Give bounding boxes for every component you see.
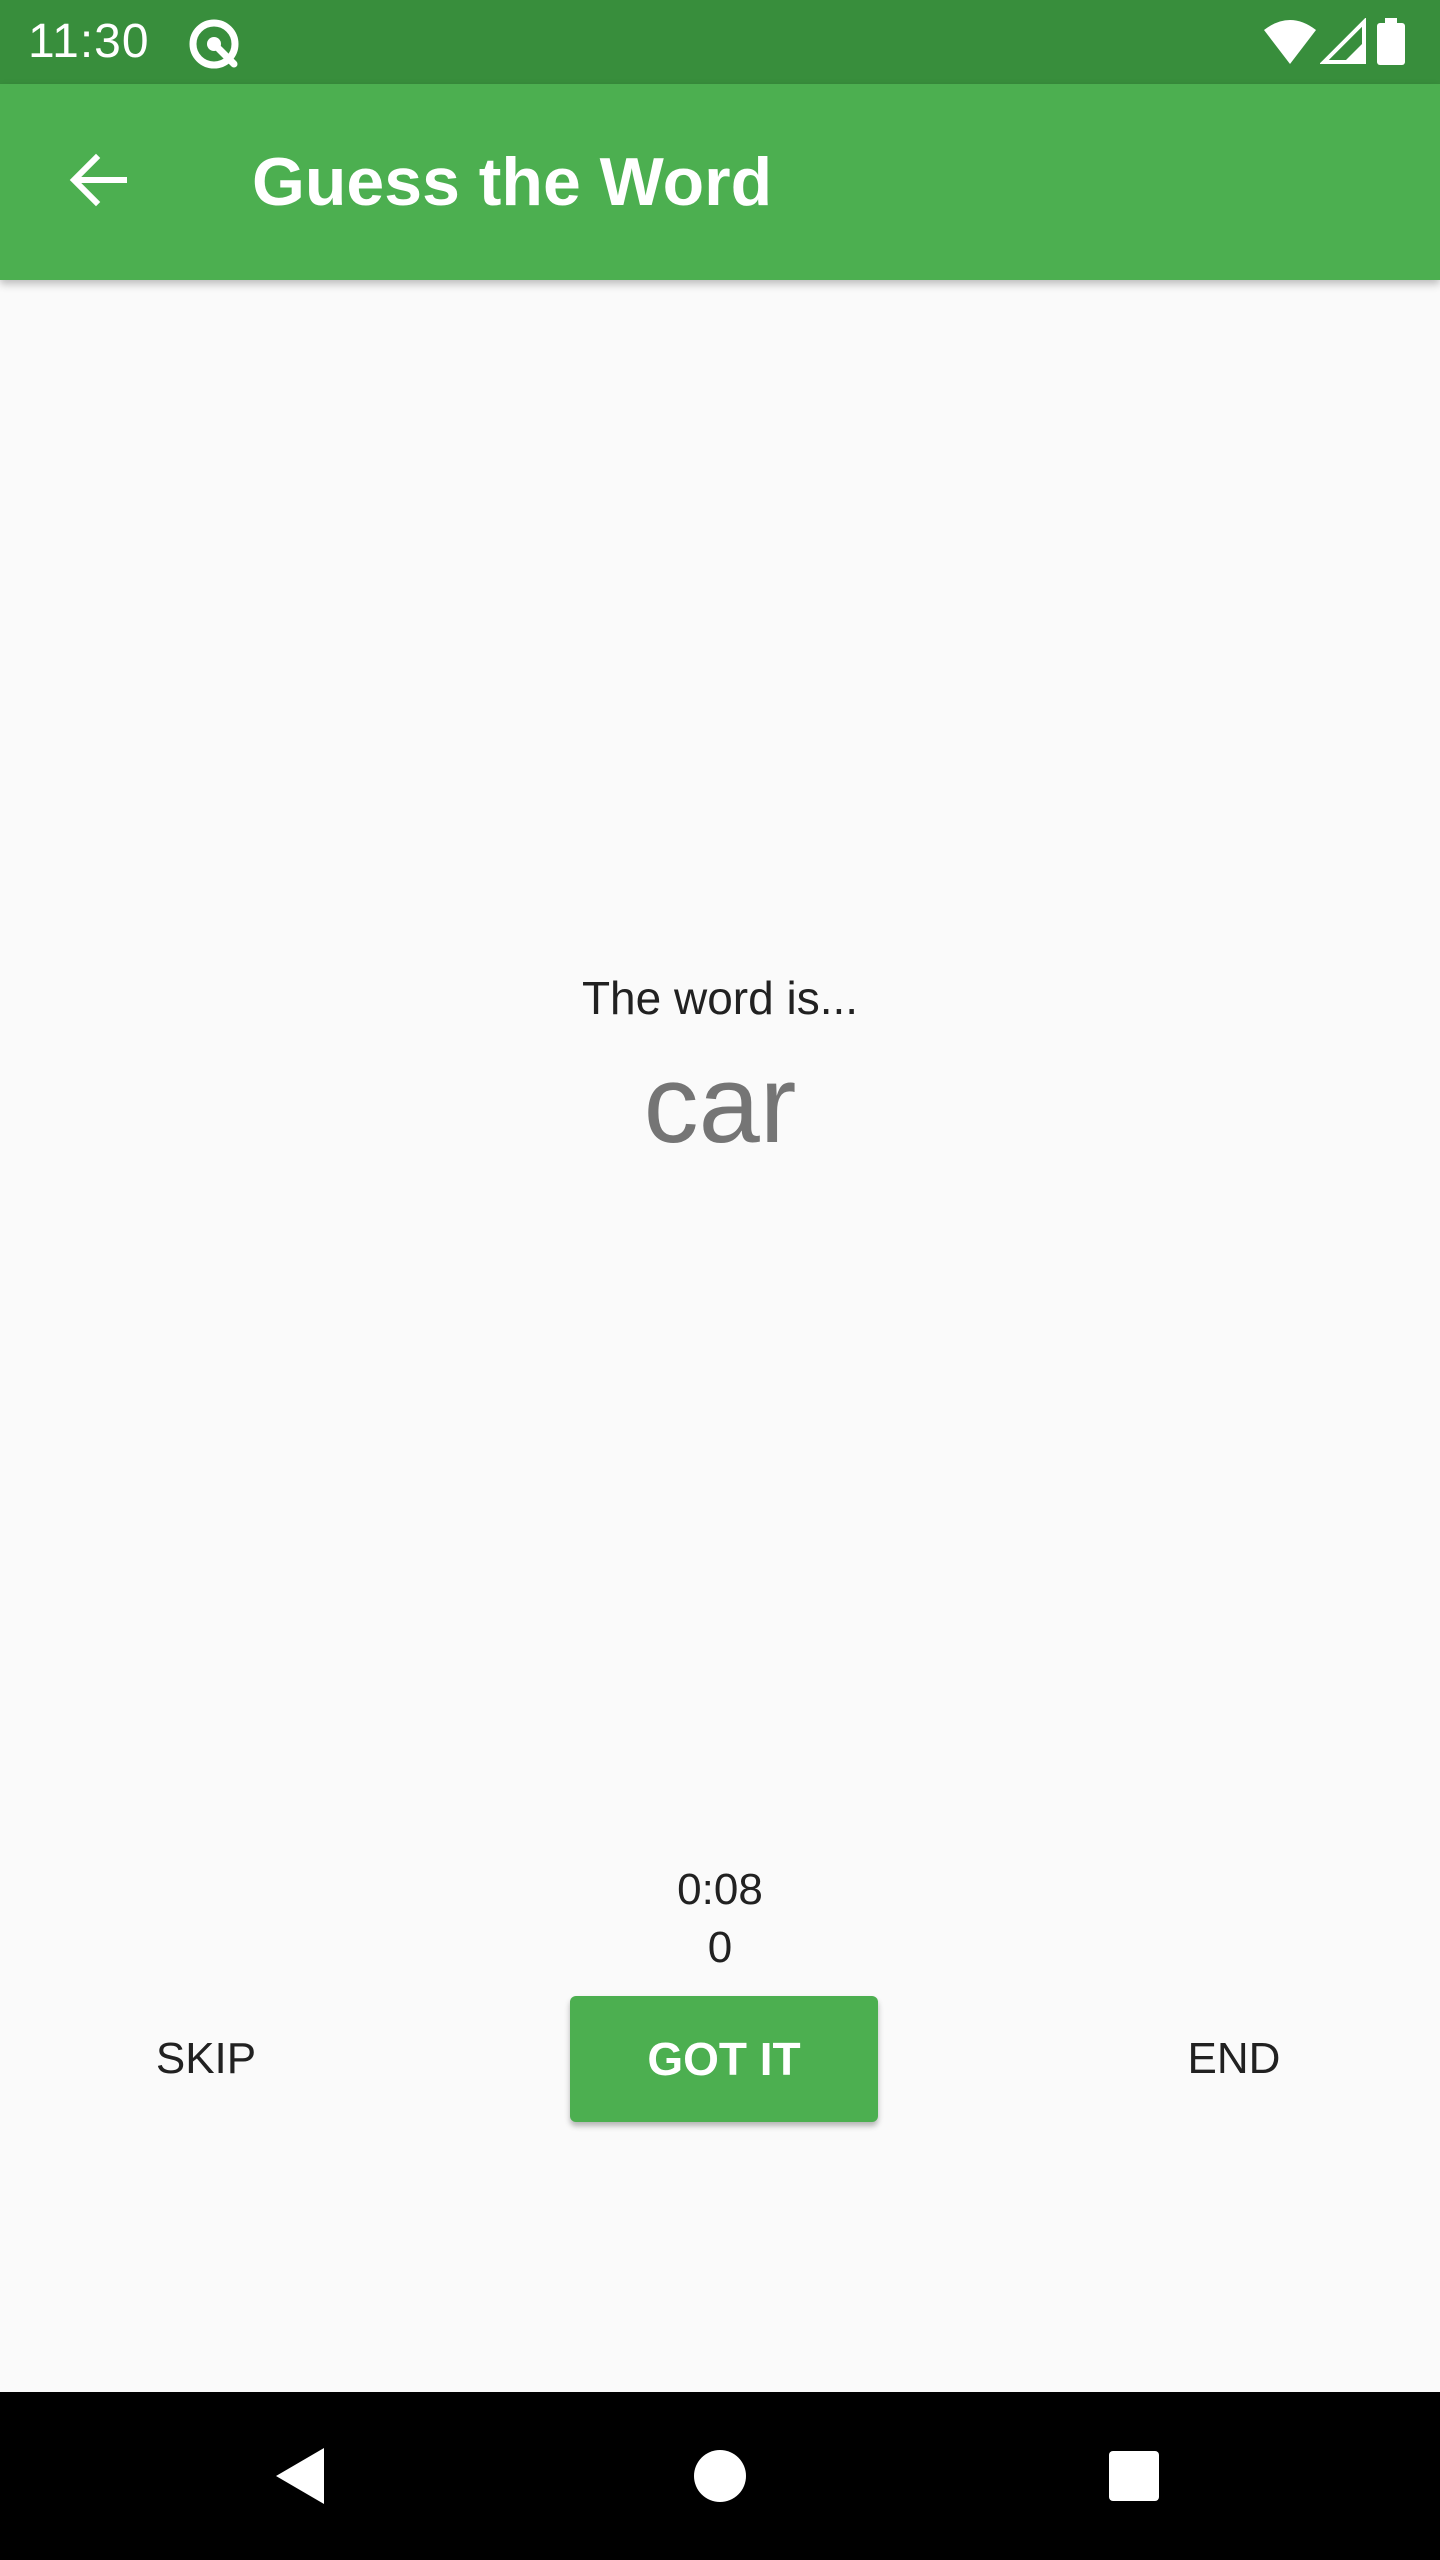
nav-home-button[interactable] [656, 2412, 784, 2540]
wifi-icon [1264, 20, 1316, 64]
app-bar: Guess the Word [0, 84, 1440, 280]
nav-home-icon [694, 2450, 746, 2502]
current-word: car [643, 1043, 797, 1166]
page-title: Guess the Word [252, 144, 773, 220]
score-display: 0 [707, 1923, 733, 1972]
nav-recents-icon [1109, 2451, 1159, 2501]
timer-display: 0:08 [677, 1865, 763, 1914]
back-button[interactable] [42, 124, 154, 236]
arrow-back-icon [69, 153, 127, 207]
skip-button[interactable]: SKIP [100, 1996, 312, 2122]
status-bar: 11:30 [0, 0, 1440, 84]
word-label: The word is... [581, 972, 859, 1024]
got-it-button[interactable]: GOT IT [570, 1996, 878, 2122]
status-time: 11:30 [28, 15, 150, 68]
battery-icon [1377, 18, 1405, 65]
end-button[interactable]: END [1128, 1996, 1340, 2122]
nav-back-icon [276, 2448, 324, 2504]
nav-back-button[interactable] [234, 2412, 362, 2540]
nav-recents-button[interactable] [1070, 2412, 1198, 2540]
cell-signal-icon [1320, 18, 1366, 64]
navigation-bar [0, 2392, 1440, 2560]
app-notification-icon [186, 16, 242, 72]
